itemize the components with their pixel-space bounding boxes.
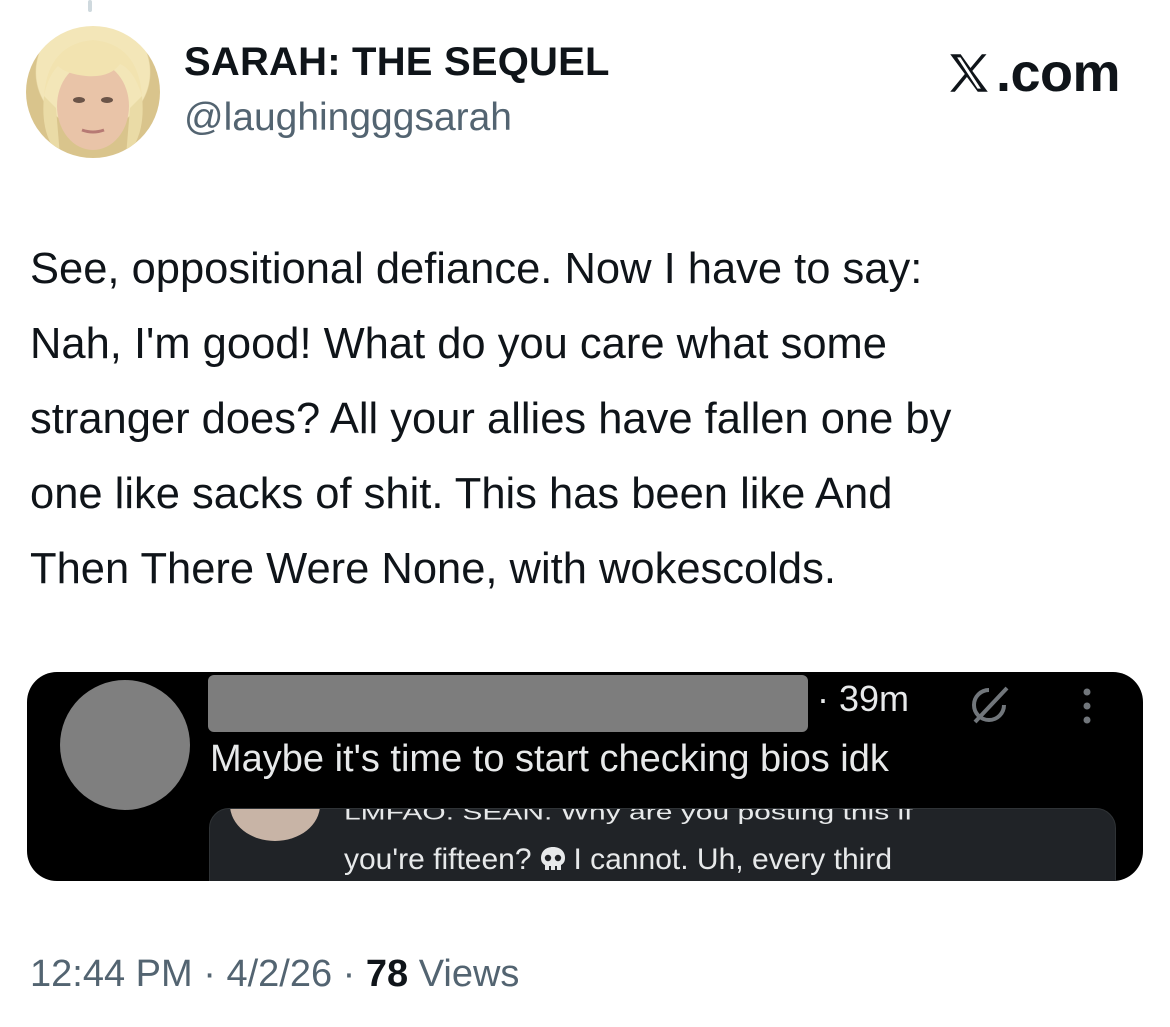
tweet-date[interactable]: 4/2/26 — [226, 953, 332, 995]
author-handle[interactable]: @laughingggsarah — [184, 96, 512, 140]
quoted-text-fragment: you're fifteen? — [344, 843, 532, 876]
embed-timestamp: · 39m — [817, 678, 910, 719]
meta-separator: · — [192, 953, 227, 995]
tweet-meta: 12:44 PM · 4/2/26 · 78 Views — [30, 953, 519, 996]
tweet-line: stranger does? All your allies have fall… — [30, 395, 952, 443]
skull-icon — [540, 847, 565, 870]
tweet-line: Nah, I'm good! What do you care what som… — [30, 320, 887, 368]
author-avatar[interactable] — [26, 26, 160, 158]
tweet-line: Then There Were None, with wokescolds. — [30, 545, 836, 593]
quoted-text-line: you're fifteen? I cannot. Uh, every thir… — [344, 843, 892, 877]
x-com-watermark: .com — [944, 43, 1121, 103]
quoted-text-line: LMFAO. SEAN. Why are you posting this if — [344, 808, 913, 825]
brand-domain-text: .com — [995, 43, 1121, 103]
redacted-avatar — [60, 680, 190, 810]
grok-icon[interactable] — [967, 684, 1013, 726]
meta-separator: · — [332, 953, 366, 995]
redacted-username — [208, 675, 808, 732]
more-icon[interactable] — [1082, 686, 1092, 726]
embedded-screenshot[interactable]: · 39m Maybe it's time to start checking … — [27, 672, 1143, 881]
author-display-name[interactable]: SARAH: THE SEQUEL — [184, 40, 610, 85]
views-label: Views — [408, 953, 520, 995]
quoted-text-fragment: I cannot. Uh, every third — [573, 843, 893, 876]
x-logo-icon — [950, 54, 988, 92]
tweet-body: See, oppositional defiance. Now I have t… — [30, 232, 1140, 607]
embed-reply-text: Maybe it's time to start checking bios i… — [210, 738, 889, 780]
quoted-post-card[interactable]: LMFAO. SEAN. Why are you posting this if… — [209, 808, 1116, 881]
tweet-line: See, oppositional defiance. Now I have t… — [30, 245, 923, 293]
avatar-portrait-icon — [43, 40, 143, 156]
views-count[interactable]: 78 — [366, 953, 408, 995]
thread-connector-line — [88, 0, 92, 12]
tweet-line: one like sacks of shit. This has been li… — [30, 470, 893, 518]
quoted-avatar — [230, 809, 320, 841]
tweet-time[interactable]: 12:44 PM — [30, 953, 193, 995]
